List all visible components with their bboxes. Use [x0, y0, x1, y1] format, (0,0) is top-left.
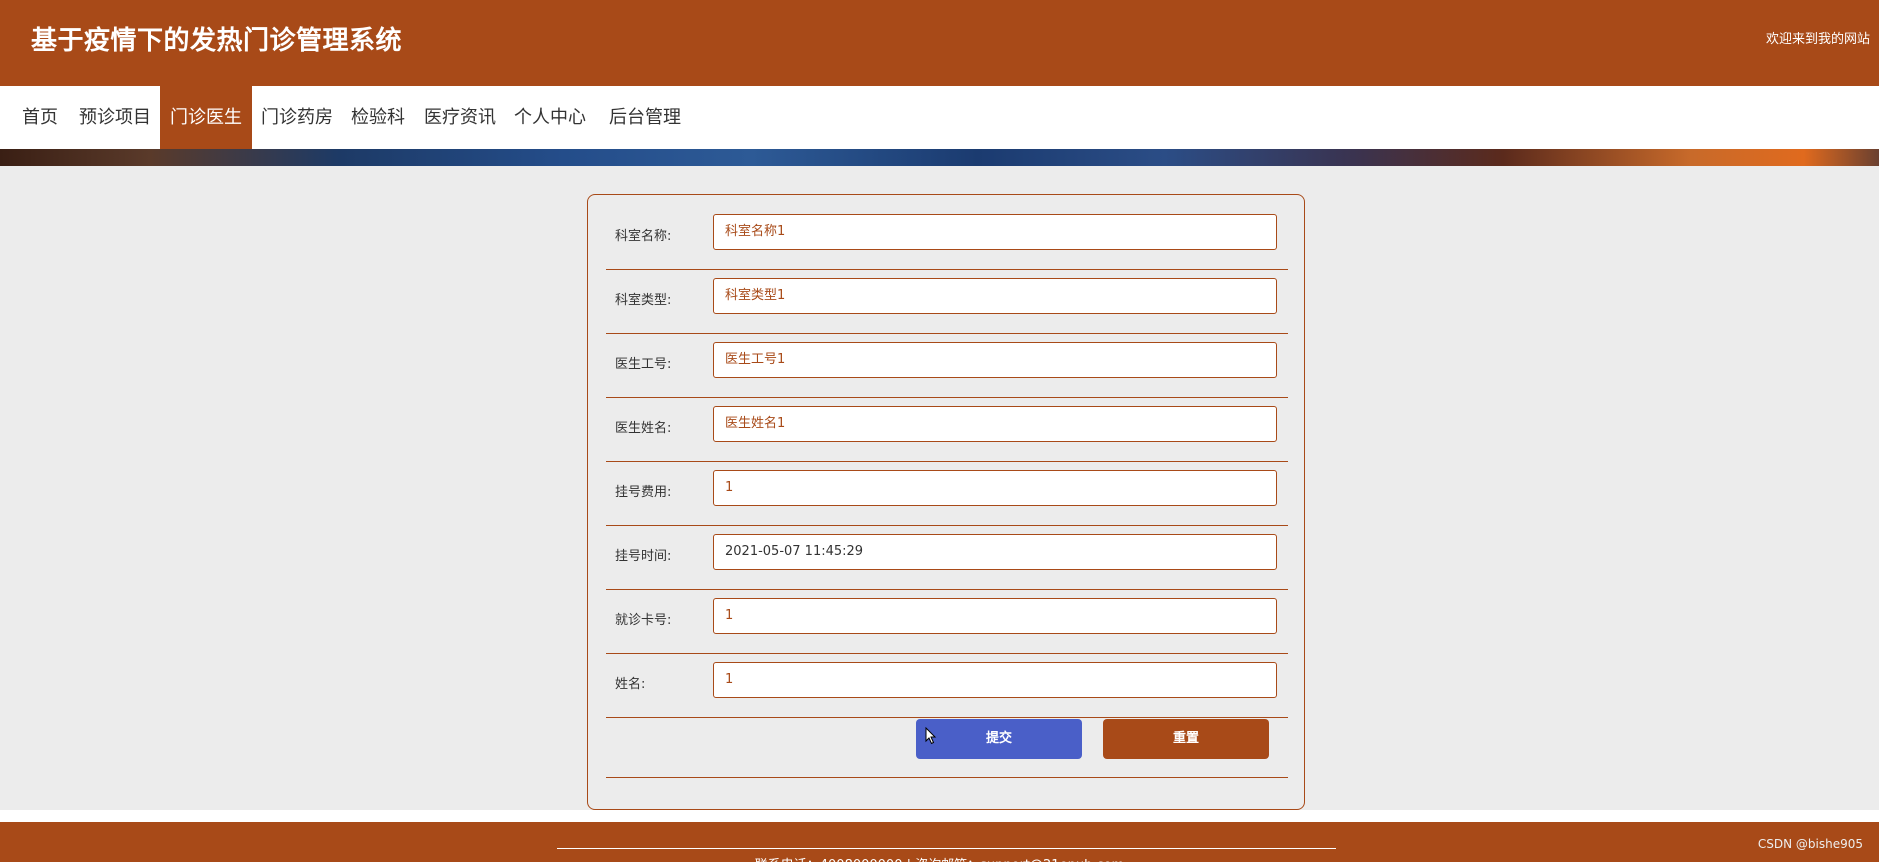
- doctor-id-input[interactable]: 医生工号1: [713, 342, 1277, 378]
- form-row-visit-card-number: 就诊卡号: 1: [606, 589, 1288, 654]
- form-row-department-name: 科室名称: 科室名称1: [606, 205, 1288, 270]
- form-row-department-type: 科室类型: 科室类型1: [606, 269, 1288, 334]
- csdn-watermark: CSDN @bishe905: [1757, 837, 1863, 851]
- reset-button[interactable]: 重置: [1103, 719, 1269, 759]
- form-row-registration-time: 挂号时间: 2021-05-07 11:45:29: [606, 525, 1288, 590]
- nav-item-home[interactable]: 首页: [12, 86, 68, 149]
- doctor-form: 科室名称: 科室名称1 科室类型: 科室类型1 医生工号: 医生工号1 医生姓名…: [587, 194, 1305, 810]
- site-header: 基于疫情下的发热门诊管理系统 欢迎来到我的网站: [0, 0, 1879, 86]
- nav-item-pharmacy[interactable]: 门诊药房: [256, 86, 338, 149]
- nav-item-laboratory[interactable]: 检验科: [344, 86, 412, 149]
- site-title: 基于疫情下的发热门诊管理系统: [31, 26, 403, 56]
- form-label: 医生工号:: [615, 357, 672, 372]
- form-label: 姓名:: [615, 677, 646, 692]
- form-label: 医生姓名:: [615, 421, 672, 436]
- registration-time-input[interactable]: 2021-05-07 11:45:29: [713, 534, 1277, 570]
- form-label: 科室类型:: [615, 293, 672, 308]
- department-type-input[interactable]: 科室类型1: [713, 278, 1277, 314]
- mouse-cursor-icon: [925, 727, 937, 745]
- welcome-text: 欢迎来到我的网站: [1765, 32, 1870, 47]
- site-footer: 联系电话：4008000000 | 咨询邮箱：support@21epub.co…: [0, 822, 1879, 862]
- footer-divider: [557, 848, 1336, 849]
- form-label: 科室名称:: [615, 229, 672, 244]
- visit-card-number-input[interactable]: 1: [713, 598, 1277, 634]
- footer-spacer: [0, 810, 1879, 822]
- form-row-doctor-name: 医生姓名: 医生姓名1: [606, 397, 1288, 462]
- form-label: 挂号费用:: [615, 485, 672, 500]
- form-row-registration-fee: 挂号费用: 1: [606, 461, 1288, 526]
- form-actions: 提交 重置: [606, 709, 1288, 778]
- nav-item-outpatient-doctor[interactable]: 门诊医生: [160, 86, 252, 149]
- form-row-doctor-id: 医生工号: 医生工号1: [606, 333, 1288, 398]
- main-nav: 首页 预诊项目 门诊医生 门诊药房 检验科 医疗资讯 个人中心 后台管理: [0, 86, 1879, 149]
- nav-item-personal-center[interactable]: 个人中心: [508, 86, 592, 149]
- nav-item-pre-diagnosis[interactable]: 预诊项目: [74, 86, 156, 149]
- form-label: 挂号时间:: [615, 549, 672, 564]
- banner-image: [0, 149, 1879, 166]
- doctor-name-input[interactable]: 医生姓名1: [713, 406, 1277, 442]
- footer-contact: 联系电话：4008000000 | 咨询邮箱：support@21epub.co…: [0, 854, 1879, 862]
- nav-item-medical-news[interactable]: 医疗资讯: [418, 86, 502, 149]
- patient-name-input[interactable]: 1: [713, 662, 1277, 698]
- department-name-input[interactable]: 科室名称1: [713, 214, 1277, 250]
- submit-button[interactable]: 提交: [916, 719, 1082, 759]
- nav-item-admin[interactable]: 后台管理: [598, 86, 692, 149]
- form-label: 就诊卡号:: [615, 613, 672, 628]
- registration-fee-input[interactable]: 1: [713, 470, 1277, 506]
